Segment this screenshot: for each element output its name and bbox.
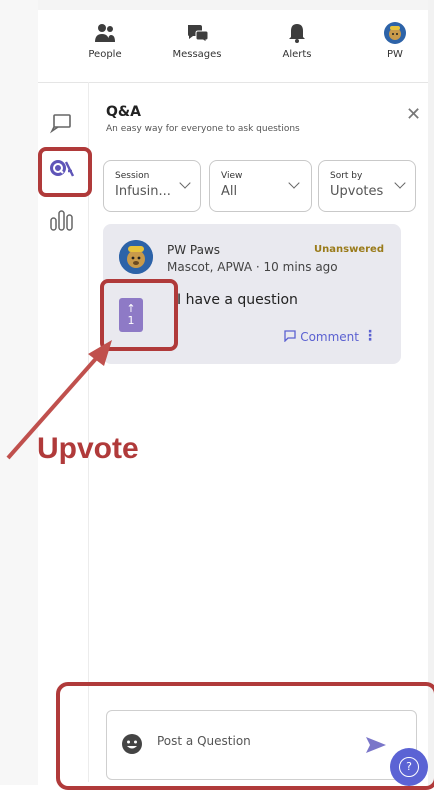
annotation-arrow	[6, 340, 112, 460]
send-icon[interactable]	[365, 735, 387, 755]
emoji-icon[interactable]	[121, 733, 143, 755]
help-button[interactable]: ?	[390, 748, 428, 786]
help-icon: ?	[399, 757, 419, 777]
post-question-input[interactable]	[155, 733, 359, 749]
compose-box	[106, 710, 417, 780]
upvote-annotation-label: Upvote	[37, 432, 139, 465]
